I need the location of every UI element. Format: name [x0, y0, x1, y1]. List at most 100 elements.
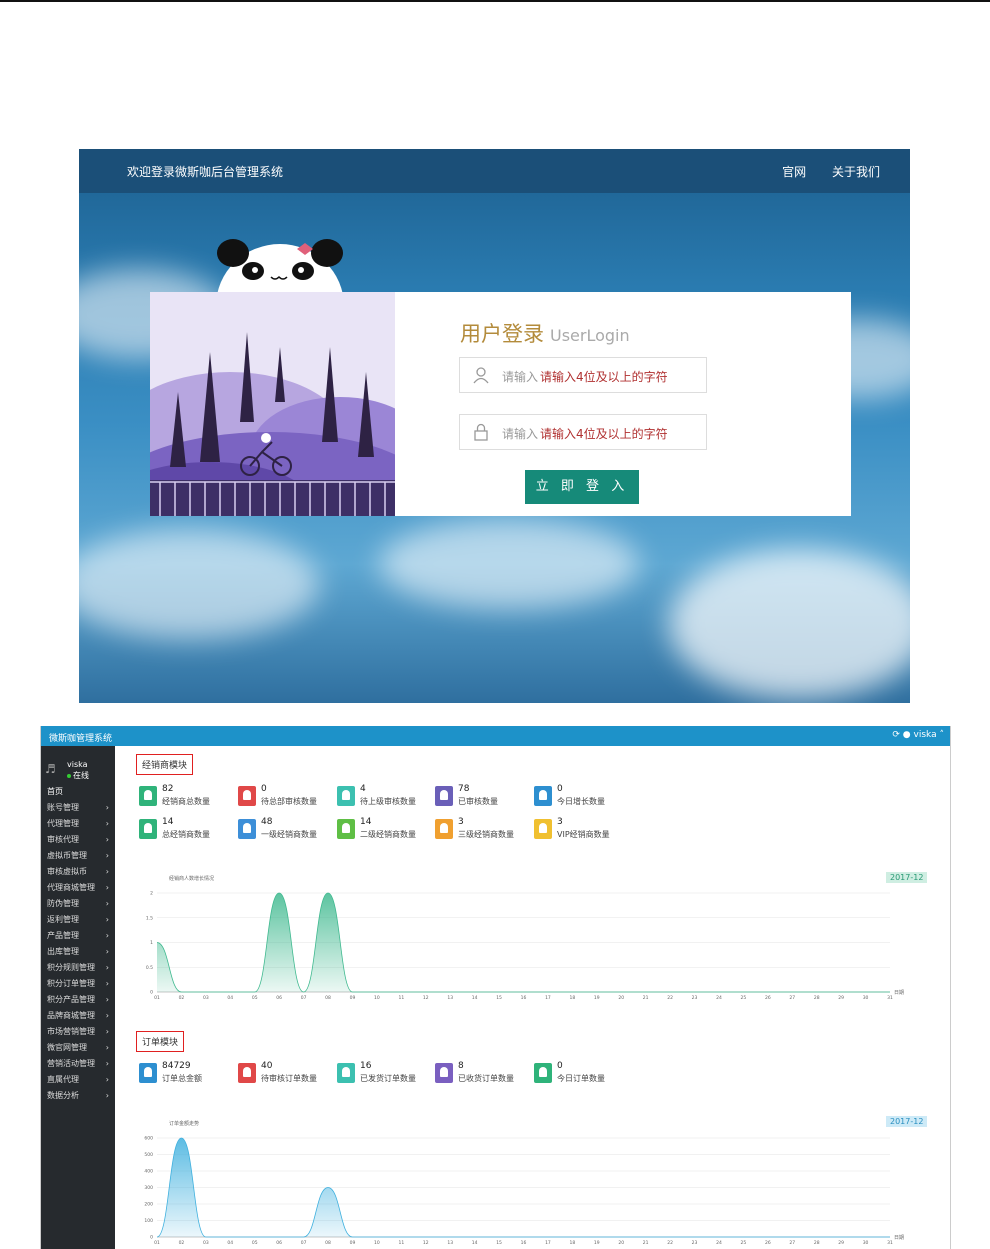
sidebar-item[interactable]: 首页 [41, 784, 115, 800]
stat-tile[interactable]: 82 经销商总数量 [139, 784, 229, 808]
stat-tile[interactable]: 16 已发货订单数量 [337, 1061, 427, 1085]
sidebar-item-label: 出库管理 [47, 947, 79, 956]
x-tick-label: 22 [667, 1240, 673, 1246]
stat-tile[interactable]: 0 今日订单数量 [534, 1061, 624, 1085]
stat-tile[interactable]: 78 已审核数量 [435, 784, 525, 808]
order-chart-date-badge[interactable]: 2017-12 [886, 1116, 928, 1127]
sidebar-item[interactable]: 品牌商城管理 › [41, 1008, 115, 1024]
stat-tile[interactable]: 84729 订单总金额 [139, 1061, 229, 1085]
stat-icon [435, 1063, 453, 1083]
stat-tile[interactable]: 48 一级经销商数量 [238, 817, 328, 841]
x-tick-label: 24 [716, 995, 722, 1001]
sidebar-item[interactable]: 代理管理 › [41, 816, 115, 832]
chevron-right-icon: › [105, 851, 109, 860]
stat-label: 已发货订单数量 [360, 1074, 416, 1083]
x-axis-label: 日期 [894, 1235, 904, 1241]
x-tick-label: 21 [643, 1240, 649, 1246]
sidebar-item[interactable]: 积分产品管理 › [41, 992, 115, 1008]
x-tick-label: 02 [179, 1240, 185, 1246]
dashboard-content: 经销商模块 82 经销商总数量 0 待总部审核数量 4 待上级审核数量 78 已审核数量 0 今日… [115, 746, 950, 1249]
sidebar-item[interactable]: 市场营销管理 › [41, 1024, 115, 1040]
x-tick-label: 03 [203, 1240, 209, 1246]
x-tick-label: 17 [545, 1240, 551, 1246]
sidebar-item[interactable]: 营销活动管理 › [41, 1056, 115, 1072]
stat-tile[interactable]: 8 已收货订单数量 [435, 1061, 525, 1085]
sidebar-item[interactable]: 防伪管理 › [41, 896, 115, 912]
stat-label: VIP经销商数量 [557, 830, 610, 839]
x-tick-label: 20 [618, 995, 624, 1001]
topbar-user-menu[interactable]: viska [914, 730, 937, 740]
sidebar-item[interactable]: 微官网管理 › [41, 1040, 115, 1056]
stat-label: 三级经销商数量 [458, 830, 514, 839]
stat-tile[interactable]: 14 二级经销商数量 [337, 817, 427, 841]
x-tick-label: 09 [350, 1240, 356, 1246]
sidebar-item-label: 首页 [47, 787, 63, 796]
x-tick-label: 16 [521, 1240, 527, 1246]
sidebar-item[interactable]: 虚拟币管理 › [41, 848, 115, 864]
y-tick-label: 0 [150, 1235, 153, 1241]
sidebar-item[interactable]: 审核虚拟币 › [41, 864, 115, 880]
stat-tile[interactable]: 0 今日增长数量 [534, 784, 624, 808]
chevron-right-icon: › [105, 963, 109, 972]
stat-label: 已收货订单数量 [458, 1074, 514, 1083]
sidebar-item[interactable]: 账号管理 › [41, 800, 115, 816]
y-tick-label: 1.5 [146, 915, 153, 921]
sidebar-item[interactable]: 返利管理 › [41, 912, 115, 928]
stat-icon [139, 1063, 157, 1083]
y-tick-label: 100 [144, 1218, 153, 1224]
username-field[interactable]: 请输入 请输入4位及以上的字符 [459, 357, 707, 393]
x-tick-label: 11 [398, 995, 404, 1001]
x-tick-label: 14 [472, 1240, 478, 1246]
chart-title: 经销商人数增长情况 [169, 875, 214, 882]
username-hint: 请输入4位及以上的字符 [540, 370, 668, 384]
x-tick-label: 30 [863, 995, 869, 1001]
sidebar-item-label: 虚拟币管理 [47, 851, 87, 860]
sidebar-item[interactable]: 出库管理 › [41, 944, 115, 960]
sidebar-item-label: 积分产品管理 [47, 995, 95, 1004]
sidebar-item-label: 产品管理 [47, 931, 79, 940]
dashboard-topbar: 微斯咖管理系统 ⟳ ● viska ˄ [41, 726, 950, 746]
password-hint: 请输入4位及以上的字符 [540, 427, 668, 441]
sidebar-item[interactable]: 审核代理 › [41, 832, 115, 848]
x-tick-label: 18 [569, 995, 575, 1001]
stat-icon [337, 1063, 355, 1083]
sidebar-item[interactable]: 代理商城管理 › [41, 880, 115, 896]
password-field[interactable]: 请输入 请输入4位及以上的字符 [459, 414, 707, 450]
sidebar-item[interactable]: 产品管理 › [41, 928, 115, 944]
dealer-chart-date-badge[interactable]: 2017-12 [886, 872, 928, 883]
x-tick-label: 08 [325, 995, 331, 1001]
stat-tile[interactable]: 4 待上级审核数量 [337, 784, 427, 808]
x-tick-label: 12 [423, 995, 429, 1001]
sidebar-item-label: 审核虚拟币 [47, 867, 87, 876]
stat-tile[interactable]: 14 总经销商数量 [139, 817, 229, 841]
username-placeholder: 请输入 请输入4位及以上的字符 [502, 368, 668, 385]
login-submit-button[interactable]: 立 即 登 入 [525, 470, 639, 504]
sidebar-user-panel: ♬ viska 在线 [45, 760, 115, 784]
x-axis-label: 日期 [894, 990, 904, 996]
sidebar-item[interactable]: 积分规则管理 › [41, 960, 115, 976]
nav-official-site-link[interactable]: 官网 [782, 165, 806, 179]
stat-tile[interactable]: 3 三级经销商数量 [435, 817, 525, 841]
stat-label: 待上级审核数量 [360, 797, 416, 806]
stat-tile[interactable]: 40 待审核订单数量 [238, 1061, 328, 1085]
chevron-right-icon: › [105, 995, 109, 1004]
stat-value: 8 [458, 1061, 464, 1071]
stat-tile[interactable]: 3 VIP经销商数量 [534, 817, 624, 841]
cloud [79, 529, 319, 639]
chevron-up-icon[interactable]: ˄ [940, 730, 945, 740]
refresh-icon[interactable]: ⟳ [892, 730, 900, 740]
cloud [669, 549, 910, 699]
x-tick-label: 20 [618, 1240, 624, 1246]
y-tick-label: 600 [144, 1136, 153, 1142]
x-tick-label: 02 [179, 995, 185, 1001]
stat-value: 84729 [162, 1061, 191, 1071]
x-tick-label: 25 [741, 995, 747, 1001]
stat-tile[interactable]: 0 待总部审核数量 [238, 784, 328, 808]
nav-about-us-link[interactable]: 关于我们 [832, 165, 880, 179]
sidebar-item[interactable]: 直属代理 › [41, 1072, 115, 1088]
x-tick-label: 01 [154, 995, 160, 1001]
chevron-right-icon: › [105, 803, 109, 812]
sidebar-item-label: 市场营销管理 [47, 1027, 95, 1036]
sidebar-item[interactable]: 积分订单管理 › [41, 976, 115, 992]
sidebar-item[interactable]: 数据分析 › [41, 1088, 115, 1104]
